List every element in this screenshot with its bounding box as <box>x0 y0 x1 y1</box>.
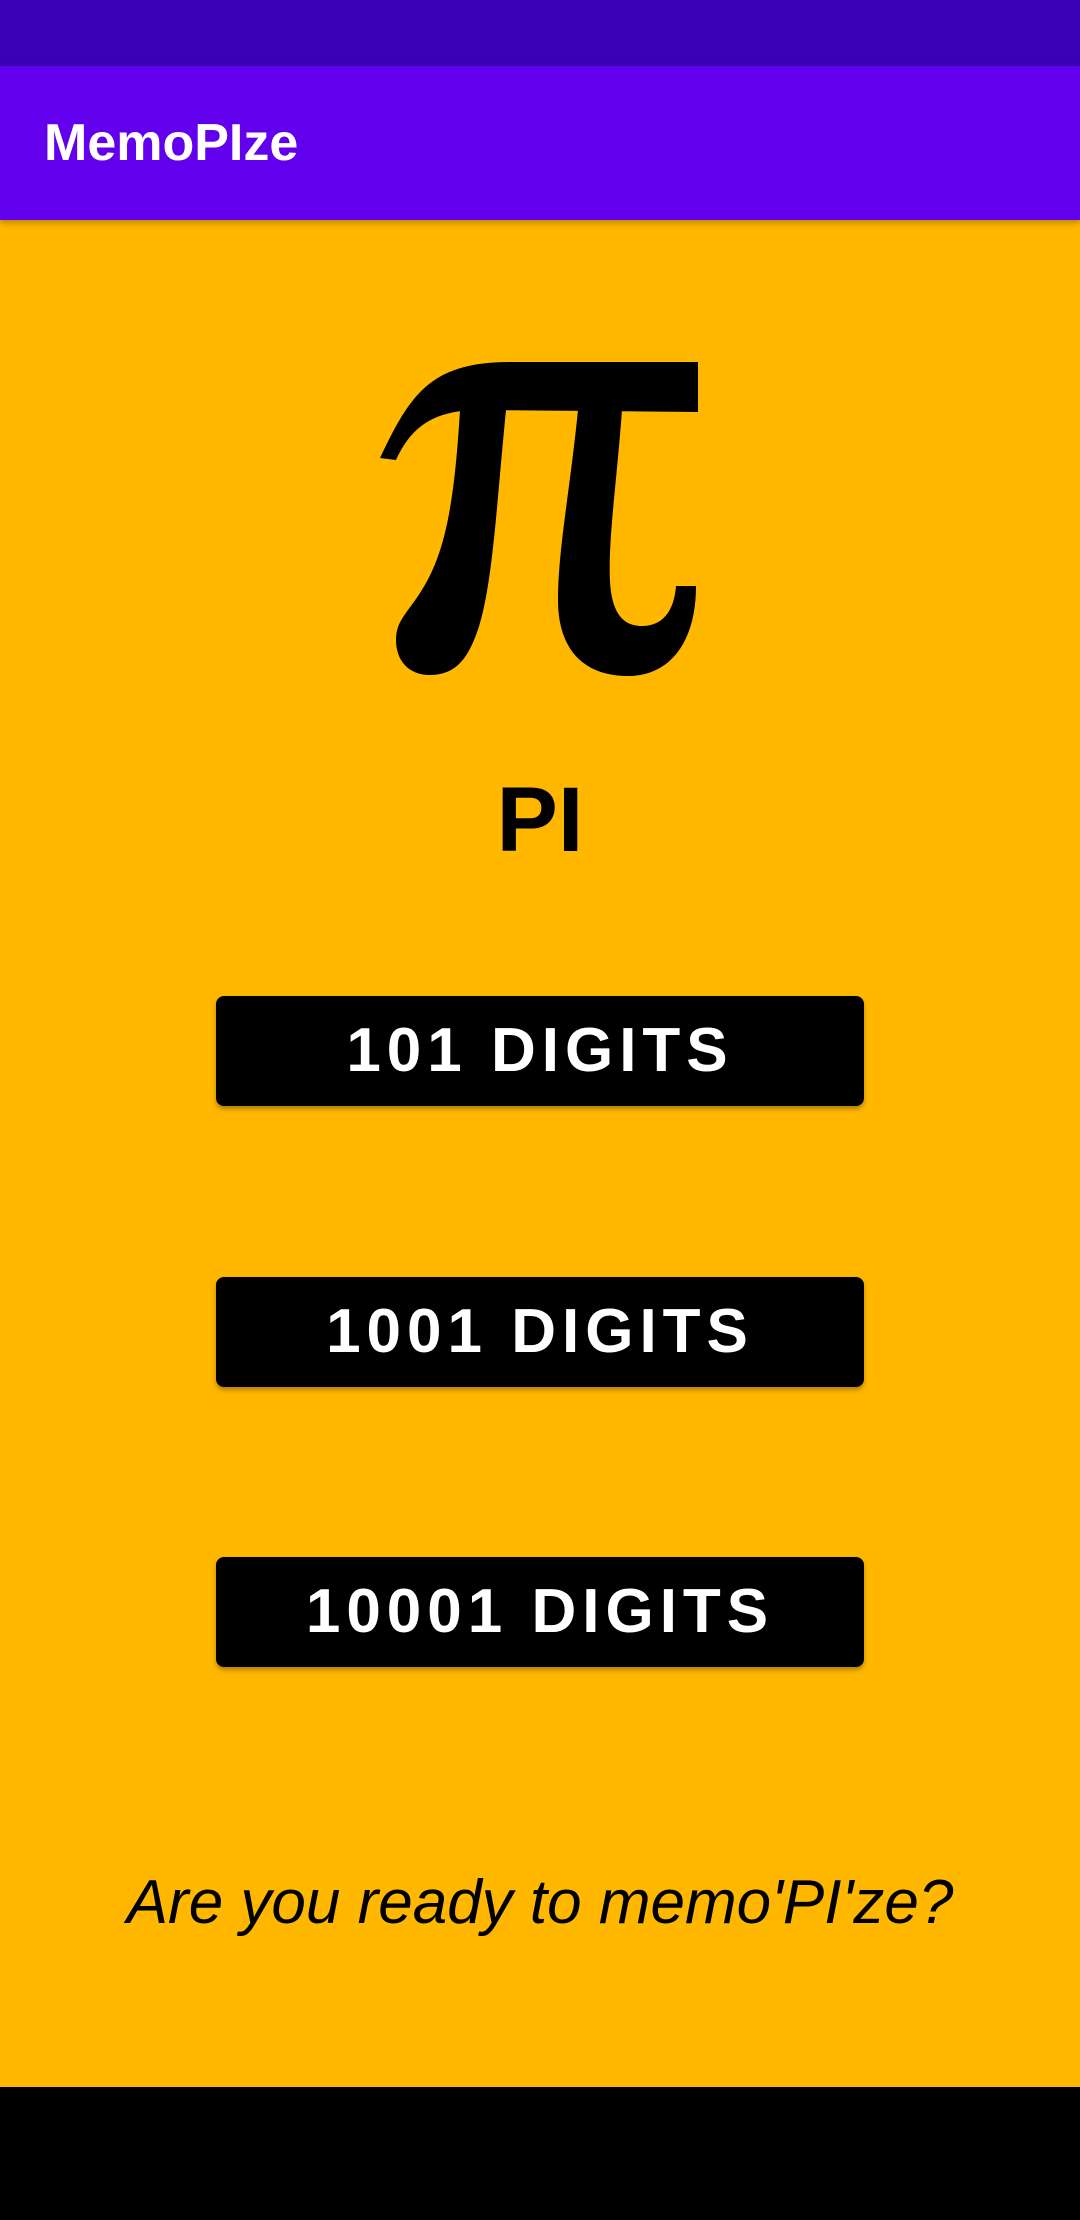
pi-symbol-icon <box>380 362 698 676</box>
navigation-bar <box>0 2087 1080 2220</box>
101-digits-button[interactable]: 101 DIGITS <box>216 996 864 1106</box>
app-bar: MemoPIze <box>0 66 1080 220</box>
app-title: MemoPIze <box>44 114 299 172</box>
pi-heading: PI <box>496 769 584 871</box>
tagline: Are you ready to memo'PI'ze? <box>126 1868 954 1937</box>
10001-digits-button[interactable]: 10001 DIGITS <box>216 1557 864 1667</box>
status-bar <box>0 0 1080 66</box>
1001-digits-button[interactable]: 1001 DIGITS <box>216 1277 864 1387</box>
